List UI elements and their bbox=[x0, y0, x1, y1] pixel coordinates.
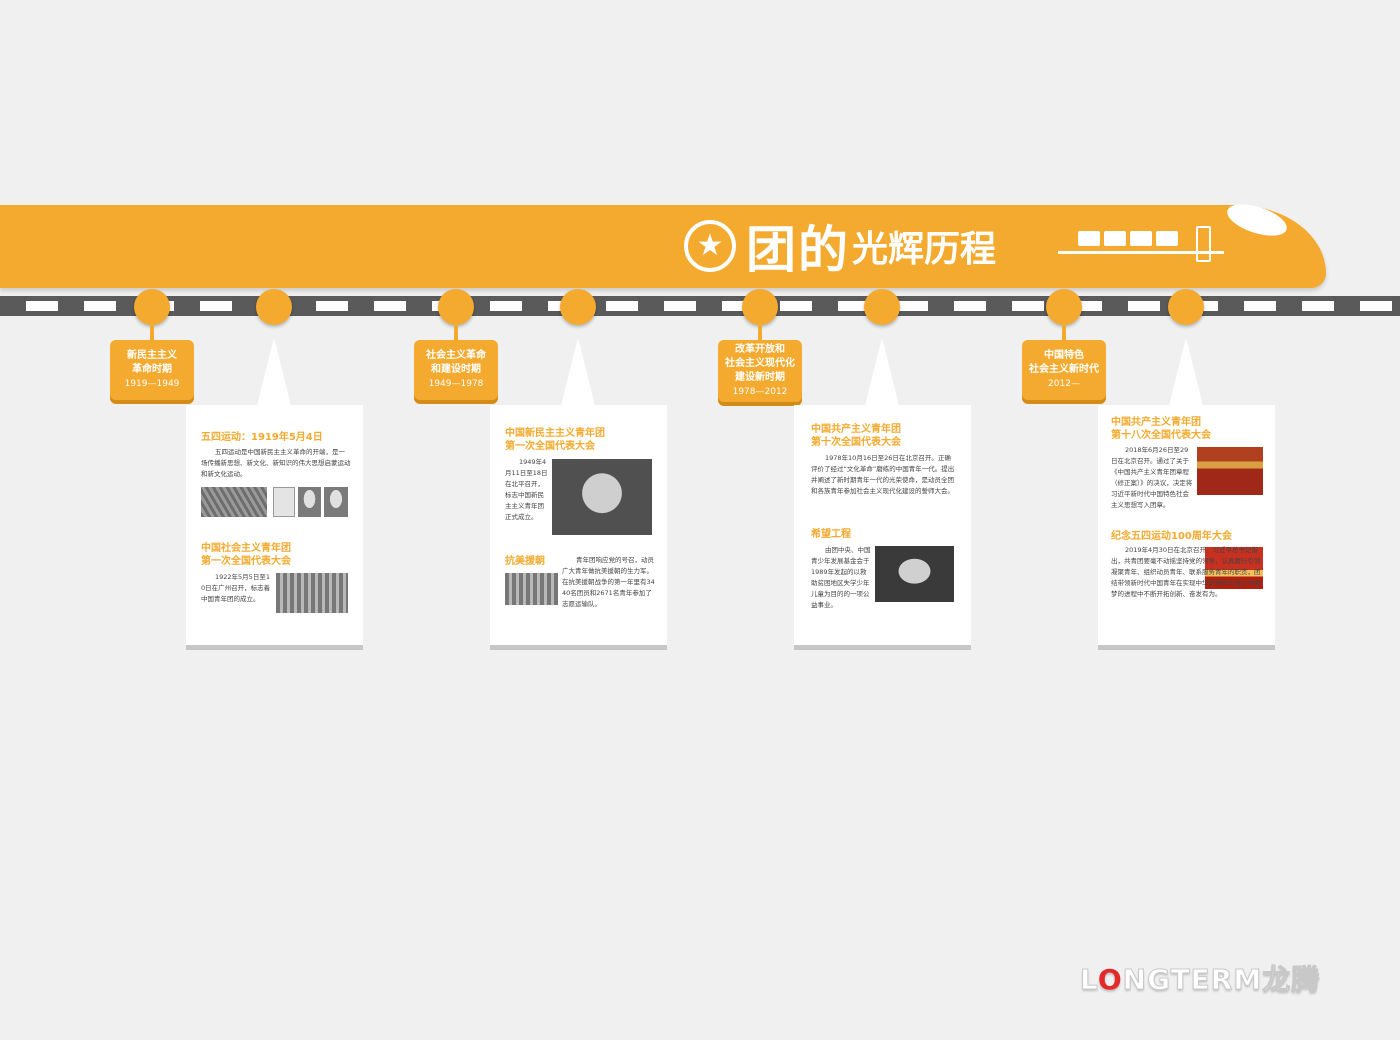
period-years: 1949—1978 bbox=[428, 379, 484, 389]
event-title-line: 第一次全国代表大会 bbox=[505, 441, 595, 452]
card-pointer bbox=[1169, 338, 1203, 406]
period-line: 革命时期 bbox=[132, 364, 172, 375]
timeline-node bbox=[864, 289, 900, 325]
event-title: 希望工程 bbox=[811, 529, 851, 540]
event-text: 由团中央、中国青少年发展基金会于1989年发起的以救助贫困地区失学少年儿童为目的… bbox=[811, 546, 871, 609]
period-years: 2012— bbox=[1048, 379, 1080, 389]
page-title: ★ 团的 光辉历程 bbox=[684, 218, 997, 279]
event-text: 1949年4月11日至18日在北平召开，标志中国新民主主义青年团正式成立。 bbox=[505, 458, 548, 521]
title-main: 团的 bbox=[746, 220, 850, 279]
event-title-line: 第一次全国代表大会 bbox=[201, 556, 291, 567]
timeline-node bbox=[560, 289, 596, 325]
event-text: 1978年10月16日至26日在北京召开。正确评价了经过“文化革命”磨练的中国青… bbox=[811, 454, 955, 495]
timeline-node bbox=[1046, 289, 1082, 325]
event-title: 中国社会主义青年团 第一次全国代表大会 bbox=[201, 542, 291, 568]
event-card: 中国共产主义青年团 第十次全国代表大会 1978年10月16日至26日在北京召开… bbox=[794, 405, 971, 645]
window-icon bbox=[1130, 231, 1152, 246]
event-title: 五四运动：1919年5月4日 bbox=[201, 432, 323, 443]
logo-text: NGTERM龙腾 bbox=[1122, 963, 1321, 997]
period-label: 改革开放和 社会主义现代化 建设新时期 1978—2012 bbox=[718, 340, 802, 402]
period-line: 改革开放和 bbox=[735, 344, 785, 355]
brand-logo: LONGTERM龙腾 bbox=[1080, 958, 1320, 998]
event-title: 中国共产主义青年团 第十次全国代表大会 bbox=[811, 423, 901, 449]
photo-image bbox=[201, 487, 267, 517]
period-label: 社会主义革命 和建设时期 1949—1978 bbox=[414, 340, 498, 400]
event-text: 2019年4月30日在北京召开。习近平总书记指出，共青团要毫不动摇坚持党的领导，… bbox=[1111, 545, 1263, 600]
period-line: 新民主主义 bbox=[127, 350, 177, 361]
event-title: 抗美援朝 bbox=[505, 556, 545, 567]
photo-image bbox=[298, 487, 321, 517]
logo-letter: L bbox=[1080, 963, 1098, 997]
period-line: 社会主义革命 bbox=[426, 350, 486, 361]
event-text: 2018年6月26日至29日在北京召开。通过了关于《中国共产主义青年团章程（修正… bbox=[1111, 446, 1193, 509]
photo-image bbox=[552, 459, 652, 535]
event-text: 1922年5月5日至10日在广州召开，标志着中国青年团的成立。 bbox=[201, 573, 271, 603]
train-door-icon bbox=[1196, 226, 1211, 262]
card-pointer bbox=[561, 338, 595, 406]
period-line: 社会主义现代化 bbox=[725, 358, 795, 369]
photo-image bbox=[505, 573, 558, 605]
timeline-node bbox=[134, 289, 170, 325]
period-line: 中国特色 bbox=[1044, 350, 1084, 361]
event-title-line: 第十八次全国代表大会 bbox=[1111, 430, 1211, 441]
event-title: 中国新民主主义青年团 第一次全国代表大会 bbox=[505, 427, 605, 453]
period-years: 1978—2012 bbox=[732, 387, 788, 397]
window-icon bbox=[1104, 231, 1126, 246]
window-icon bbox=[1078, 231, 1100, 246]
event-title-line: 中国新民主主义青年团 bbox=[505, 428, 605, 439]
event-title-line: 中国共产主义青年团 bbox=[811, 424, 901, 435]
photo-image bbox=[324, 487, 348, 517]
card-pointer bbox=[865, 338, 899, 406]
photo-image bbox=[875, 546, 954, 602]
period-line: 和建设时期 bbox=[431, 364, 481, 375]
timeline-node bbox=[256, 289, 292, 325]
window-icon bbox=[1156, 231, 1178, 246]
timeline-node bbox=[438, 289, 474, 325]
train-banner bbox=[0, 205, 1326, 288]
photo-image bbox=[1197, 447, 1263, 495]
event-title: 中国共产主义青年团 第十八次全国代表大会 bbox=[1111, 416, 1211, 442]
event-title-line: 中国社会主义青年团 bbox=[201, 543, 291, 554]
event-title-line: 中国共产主义青年团 bbox=[1111, 417, 1201, 428]
title-sub: 光辉历程 bbox=[852, 228, 997, 270]
timeline-node bbox=[742, 289, 778, 325]
period-years: 1919—1949 bbox=[124, 379, 180, 389]
event-title-line: 第十次全国代表大会 bbox=[811, 437, 901, 448]
event-text: 五四运动是中国新民主主义革命的开端，是一场传播新思想、新文化、新知识的伟大思想启… bbox=[201, 448, 351, 478]
photo-image bbox=[273, 487, 295, 517]
period-line: 建设新时期 bbox=[735, 372, 785, 383]
event-card: 中国共产主义青年团 第十八次全国代表大会 2018年6月26日至29日在北京召开… bbox=[1098, 405, 1275, 645]
period-line: 社会主义新时代 bbox=[1029, 364, 1099, 375]
event-text: 青年团响应党的号召，动员广大青年做抗美援朝的生力军。在抗美援朝战争的第一年里有3… bbox=[562, 556, 655, 608]
star-emblem-icon: ★ bbox=[684, 220, 736, 272]
timeline-node bbox=[1168, 289, 1204, 325]
period-label: 中国特色 社会主义新时代 2012— bbox=[1022, 340, 1106, 400]
photo-image bbox=[276, 573, 348, 613]
train-windows bbox=[1078, 231, 1178, 246]
event-card: 中国新民主主义青年团 第一次全国代表大会 1949年4月11日至18日在北平召开… bbox=[490, 405, 667, 645]
period-label: 新民主主义 革命时期 1919—1949 bbox=[110, 340, 194, 400]
event-text-body: 2019年4月30日在北京召开。习近平总书记指出，共青团要毫不动摇坚持党的领导，… bbox=[1111, 546, 1261, 598]
logo-letter: O bbox=[1097, 963, 1123, 996]
event-title: 纪念五四运动100周年大会 bbox=[1111, 531, 1232, 542]
event-card: 五四运动：1919年5月4日 五四运动是中国新民主主义革命的开端，是一场传播新思… bbox=[186, 405, 363, 645]
card-pointer bbox=[257, 338, 291, 406]
